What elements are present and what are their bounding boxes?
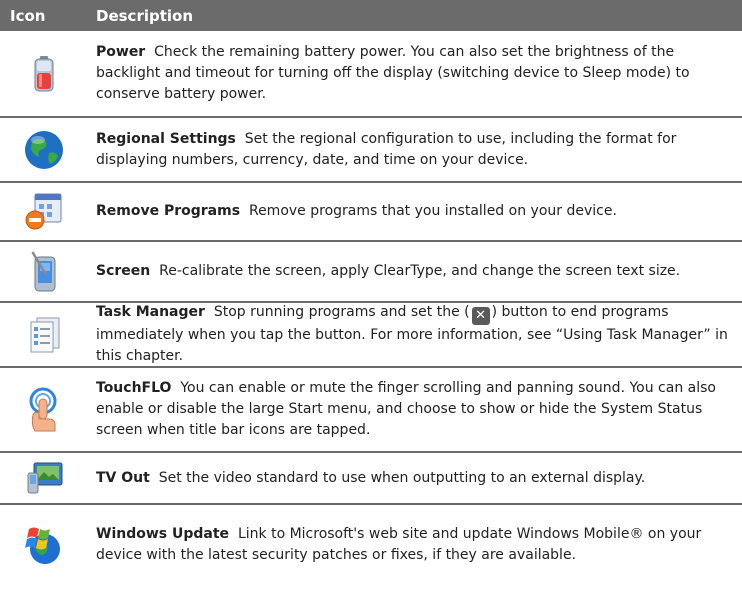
settings-table: Icon Description Power Check the remaini… bbox=[0, 0, 742, 585]
table-row: TV Out Set the video standard to use whe… bbox=[0, 453, 742, 505]
row-title: TV Out bbox=[96, 469, 150, 486]
row-title: Regional Settings bbox=[96, 130, 236, 147]
table-header: Icon Description bbox=[0, 0, 742, 31]
row-text: Re-calibrate the screen, apply ClearType… bbox=[159, 263, 681, 279]
row-text-before: Stop running programs and set the ( bbox=[213, 304, 470, 320]
battery-icon bbox=[0, 55, 88, 93]
row-description: TouchFLO You can enable or mute the fing… bbox=[88, 378, 742, 441]
globe-icon bbox=[0, 129, 88, 171]
remove-programs-icon bbox=[0, 192, 88, 232]
screen-stylus-icon bbox=[0, 251, 88, 293]
windows-update-icon bbox=[0, 523, 88, 567]
row-text: Set the video standard to use when outpu… bbox=[158, 469, 646, 486]
table-row: Screen Re-calibrate the screen, apply Cl… bbox=[0, 242, 742, 303]
row-text: You can enable or mute the finger scroll… bbox=[96, 380, 716, 438]
row-title: Remove Programs bbox=[96, 203, 241, 219]
table-row: Remove Programs Remove programs that you… bbox=[0, 183, 742, 242]
row-title: Task Manager bbox=[96, 304, 205, 320]
row-title: TouchFLO bbox=[96, 380, 172, 396]
row-description: TV Out Set the video standard to use whe… bbox=[88, 468, 742, 489]
row-description: Screen Re-calibrate the screen, apply Cl… bbox=[88, 261, 742, 282]
row-text: Check the remaining battery power. You c… bbox=[96, 44, 690, 102]
table-row: Windows Update Link to Microsoft's web s… bbox=[0, 505, 742, 585]
row-title: Power bbox=[96, 44, 146, 60]
row-description: Regional Settings Set the regional confi… bbox=[88, 129, 742, 171]
task-manager-icon bbox=[0, 316, 88, 354]
row-description: Power Check the remaining battery power.… bbox=[88, 42, 742, 105]
table-row: Regional Settings Set the regional confi… bbox=[0, 118, 742, 183]
row-description: Windows Update Link to Microsoft's web s… bbox=[88, 524, 742, 566]
row-title: Windows Update bbox=[96, 526, 230, 542]
row-description: Task Manager Stop running programs and s… bbox=[88, 302, 742, 367]
tv-out-icon bbox=[0, 461, 88, 495]
row-description: Remove Programs Remove programs that you… bbox=[88, 201, 742, 222]
table-row: Task Manager Stop running programs and s… bbox=[0, 303, 742, 368]
row-title: Screen bbox=[96, 263, 151, 279]
table-row: Power Check the remaining battery power.… bbox=[0, 31, 742, 118]
row-text: Remove programs that you installed on yo… bbox=[248, 203, 617, 219]
touchflo-icon bbox=[0, 387, 88, 433]
close-button-icon: ✕ bbox=[471, 307, 490, 325]
header-description-column: Description bbox=[96, 6, 194, 25]
table-row: TouchFLO You can enable or mute the fing… bbox=[0, 368, 742, 453]
header-icon-column: Icon bbox=[10, 6, 46, 25]
